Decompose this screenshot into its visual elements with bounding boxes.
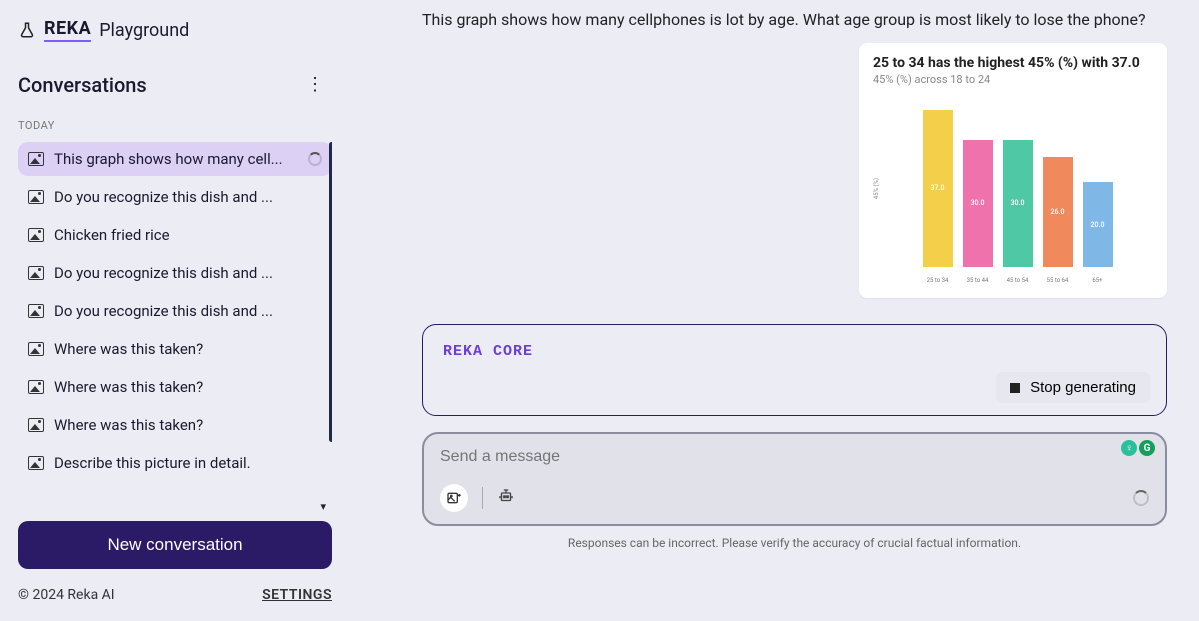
bar-value: 37.0: [931, 184, 945, 192]
loading-spinner-icon: [308, 152, 322, 166]
conversation-label: Do you recognize this dish and ...: [54, 264, 273, 282]
conversation-item[interactable]: Where was this taken?: [18, 408, 332, 442]
assistant-response-card: REKA CORE Stop generating: [422, 324, 1167, 416]
image-icon: [28, 418, 44, 432]
disclaimer-text: Responses can be incorrect. Please verif…: [422, 536, 1167, 550]
flask-icon: [18, 21, 36, 39]
settings-link[interactable]: SETTINGS: [262, 587, 332, 603]
conversation-label: This graph shows how many cell...: [54, 150, 283, 168]
bar-value: 26.0: [1051, 208, 1065, 216]
robot-icon: [497, 487, 515, 505]
conversation-label: Do you recognize this dish and ...: [54, 188, 273, 206]
grammarly-badge-icon[interactable]: G: [1139, 440, 1155, 456]
chart-bar: 26.0 55 to 64: [1043, 157, 1073, 285]
image-icon: [28, 266, 44, 280]
conversations-menu-button[interactable]: ⋮: [298, 70, 332, 99]
conversation-label: Where was this taken?: [54, 416, 203, 434]
image-icon: [28, 228, 44, 242]
conversation-list: This graph shows how many cell... Do you …: [18, 142, 332, 480]
new-conversation-button[interactable]: New conversation: [18, 521, 332, 569]
chart-title: 25 to 34 has the highest 45% (%) with 37…: [873, 55, 1153, 71]
stop-generating-button[interactable]: Stop generating: [996, 372, 1150, 403]
image-icon: [28, 152, 44, 166]
conversation-label: Do you recognize this dish and ...: [54, 302, 273, 320]
image-icon: [28, 304, 44, 318]
conversation-label: Chicken fried rice: [54, 226, 170, 244]
bar-rect: 37.0: [923, 110, 953, 267]
attach-image-button[interactable]: [440, 484, 468, 512]
sidebar: REKA Playground Conversations ⋮ TODAY Th…: [0, 0, 350, 621]
chart-ylabel: 45% (%): [873, 178, 880, 199]
hint-badge-icon[interactable]: ♀: [1121, 440, 1137, 456]
brand-name: REKA: [44, 18, 91, 42]
conversation-item[interactable]: Do you recognize this dish and ...: [18, 256, 332, 290]
bar-category: 35 to 44: [967, 277, 989, 284]
image-icon: [28, 190, 44, 204]
conversation-item[interactable]: Chicken fried rice: [18, 218, 332, 252]
chart-subtitle: 45% (%) across 18 to 24: [873, 73, 1153, 86]
conversation-item[interactable]: Describe this picture in detail.: [18, 446, 332, 480]
user-message: This graph shows how many cellphones is …: [422, 10, 1167, 29]
conversation-item[interactable]: Do you recognize this dish and ...: [18, 180, 332, 214]
send-spinner-icon: [1133, 490, 1149, 506]
composer-divider: [482, 487, 483, 509]
image-icon: [28, 456, 44, 470]
bar-category: 65+: [1092, 277, 1102, 284]
chart-bars: 37.0 25 to 34 30.0 35 to 44 30.0 45 to 54 26.0…: [882, 94, 1153, 284]
conversation-label: Describe this picture in detail.: [54, 454, 251, 472]
conversation-item[interactable]: Do you recognize this dish and ...: [18, 294, 332, 328]
image-plus-icon: [446, 490, 462, 506]
chart-bar: 30.0 35 to 44: [963, 140, 993, 285]
brand: REKA Playground: [18, 18, 332, 42]
conversation-label: Where was this taken?: [54, 340, 203, 358]
message-input[interactable]: [440, 446, 1149, 484]
message-composer: ♀ G: [422, 432, 1167, 526]
bar-rect: 30.0: [1003, 140, 1033, 268]
chart-bar: 37.0 25 to 34: [923, 110, 953, 284]
brand-suffix: Playground: [99, 20, 189, 41]
copyright: © 2024 Reka AI: [18, 587, 115, 603]
scroll-down-caret[interactable]: ▾: [18, 500, 332, 513]
bar-value: 30.0: [971, 199, 985, 207]
conversation-item[interactable]: Where was this taken?: [18, 370, 332, 404]
bar-value: 30.0: [1011, 199, 1025, 207]
bar-rect: 30.0: [963, 140, 993, 268]
image-icon: [28, 342, 44, 356]
chart-bar: 30.0 45 to 54: [1003, 140, 1033, 285]
main-panel: This graph shows how many cellphones is …: [350, 0, 1199, 621]
conversations-title: Conversations: [18, 73, 147, 97]
conversation-label: Where was this taken?: [54, 378, 203, 396]
chart-bar: 20.0 65+: [1083, 182, 1113, 284]
date-group-label: TODAY: [18, 119, 332, 132]
assistant-name: REKA CORE: [443, 343, 1146, 360]
conversation-item[interactable]: Where was this taken?: [18, 332, 332, 366]
sidebar-scrollbar[interactable]: [329, 142, 332, 442]
image-icon: [28, 380, 44, 394]
stop-label: Stop generating: [1030, 379, 1136, 396]
stop-icon: [1010, 383, 1020, 393]
bar-rect: 20.0: [1083, 182, 1113, 267]
bar-category: 45 to 54: [1007, 277, 1029, 284]
chart-card: 25 to 34 has the highest 45% (%) with 37…: [859, 43, 1167, 298]
conversation-item[interactable]: This graph shows how many cell...: [18, 142, 332, 176]
bar-value: 20.0: [1091, 221, 1105, 229]
model-select-button[interactable]: [497, 487, 515, 509]
bar-rect: 26.0: [1043, 157, 1073, 268]
bar-category: 55 to 64: [1047, 277, 1069, 284]
bar-category: 25 to 34: [927, 277, 949, 284]
